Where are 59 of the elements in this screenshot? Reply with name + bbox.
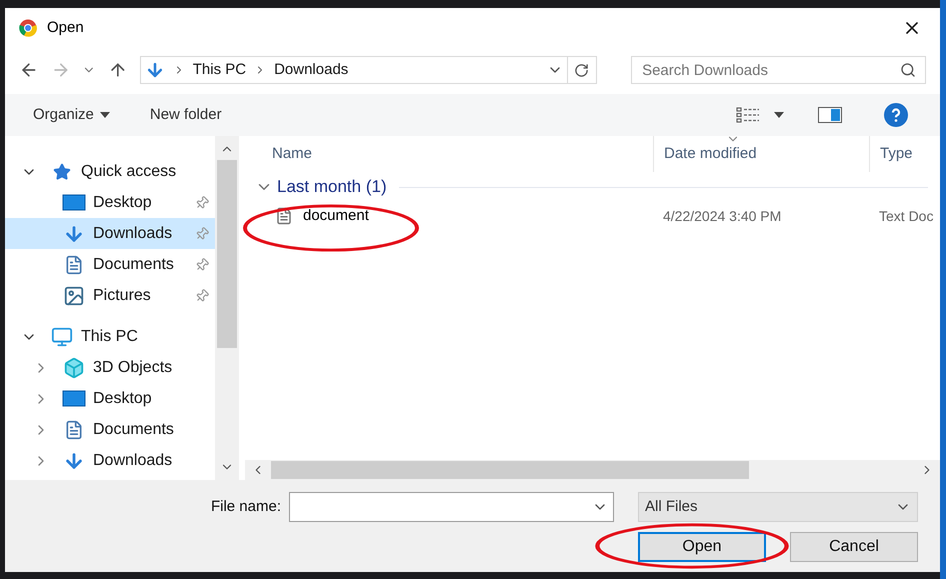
sidebar-item[interactable]: Pictures <box>5 280 215 311</box>
document-icon <box>64 420 84 440</box>
group-header[interactable]: Last month (1) <box>277 174 387 200</box>
item-label: This PC <box>81 326 138 346</box>
cube-icon <box>63 356 85 378</box>
sidebar-item[interactable]: Downloads <box>5 218 215 249</box>
breadcrumb-item[interactable]: This PC <box>192 58 246 82</box>
browser-logo-icon <box>19 19 37 37</box>
help-icon[interactable] <box>884 103 908 127</box>
monitor-icon <box>62 194 86 212</box>
item-label: Desktop <box>93 388 152 408</box>
caret-icon <box>100 112 110 118</box>
refresh-button[interactable] <box>568 56 598 84</box>
horizontal-scrollbar[interactable] <box>245 460 940 480</box>
sidebar-item[interactable]: Documents <box>5 249 215 280</box>
search-icon[interactable] <box>900 62 916 78</box>
item-label: Quick access <box>81 162 176 182</box>
item-label: Documents <box>93 254 174 274</box>
column-header[interactable]: Name <box>245 136 653 172</box>
item-label: 3D Objects <box>93 358 172 378</box>
search-field[interactable]: Search Downloads <box>631 56 926 84</box>
item-label: Desktop <box>93 192 152 212</box>
item-label: Documents <box>93 420 174 440</box>
caret-icon[interactable] <box>774 112 784 118</box>
file-row[interactable]: document 4/22/2024 3:40 PM Text Doc <box>245 202 940 230</box>
picture-icon <box>63 284 85 306</box>
star-icon <box>53 162 71 180</box>
sidebar-item[interactable]: This PC <box>5 321 215 352</box>
sidebar-item[interactable]: 3D Objects <box>5 352 215 383</box>
dialog-button[interactable]: Open <box>638 532 766 562</box>
computer-icon <box>51 326 73 348</box>
sidebar-item[interactable]: Desktop <box>5 383 215 414</box>
item-label: Downloads <box>93 224 172 244</box>
preview-pane-icon[interactable] <box>818 107 842 123</box>
sidebar-item[interactable]: Documents <box>5 414 215 445</box>
file-type-dropdown[interactable]: All Files <box>638 492 918 522</box>
text-file-icon <box>275 207 293 225</box>
refresh-icon <box>574 62 590 78</box>
toolbar-button[interactable]: New folder <box>150 104 222 126</box>
document-icon <box>64 254 84 274</box>
column-header[interactable]: Date modified <box>653 136 869 172</box>
item-label: Downloads <box>93 450 172 470</box>
dialog-button[interactable]: Cancel <box>790 532 918 562</box>
sidebar-item[interactable]: Desktop <box>5 187 215 218</box>
sidebar-item[interactable]: Downloads <box>5 445 215 476</box>
type-cell-text: Text Doc <box>878 206 934 226</box>
view-list-icon[interactable] <box>736 107 760 123</box>
file-name: document <box>303 206 369 226</box>
toolbar-button[interactable]: Organize <box>33 104 110 126</box>
address-bar[interactable]: This PC Downloads <box>140 56 568 84</box>
item-label: Pictures <box>93 286 151 306</box>
monitor-icon <box>62 390 86 408</box>
date-cell-text: 4/22/2024 3:40 PM <box>662 206 782 226</box>
file-name-label: File name: <box>210 496 281 517</box>
breadcrumb-item[interactable]: Downloads <box>274 58 348 82</box>
file-name-field[interactable] <box>289 492 614 522</box>
window-title: Open <box>47 18 84 38</box>
sidebar-item[interactable]: Quick access <box>5 156 215 187</box>
vertical-scrollbar[interactable] <box>215 136 239 480</box>
